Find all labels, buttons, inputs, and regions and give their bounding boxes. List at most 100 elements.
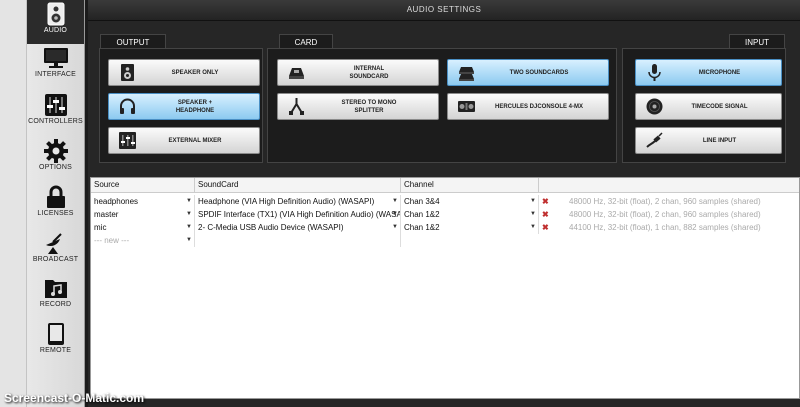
music-folder-icon — [44, 280, 67, 298]
output-panel: SPEAKER ONLY SPEAKER + HEADPHONE EXTERNA… — [99, 48, 263, 163]
new-soundcard-cell — [195, 234, 401, 247]
dropdown-arrow-icon: ▼ — [530, 198, 536, 204]
sidebar-item-label: AUDIO — [43, 27, 68, 34]
dropdown-arrow-icon: ▼ — [186, 224, 192, 230]
channel-select[interactable]: Chan 1&2 ▼ — [401, 208, 539, 221]
source-select[interactable]: mic ▼ — [91, 221, 195, 234]
two-soundcards-button[interactable]: TWO SOUNDCARDS — [447, 59, 609, 86]
sidebar-item-audio[interactable]: AUDIO — [27, 0, 84, 44]
vinyl-record-icon — [646, 98, 663, 115]
satellite-dish-icon — [45, 233, 62, 254]
sidebar-item-controllers[interactable]: CONTROLLERS — [27, 91, 84, 135]
speaker-icon — [47, 2, 64, 26]
button-label: SPEAKER + HEADPHONE — [175, 99, 215, 114]
dropdown-arrow-icon: ▼ — [530, 224, 536, 230]
button-label: HERCULES DJCONSOLE 4-MX — [494, 103, 583, 110]
dropdown-arrow-icon: ▼ — [186, 211, 192, 217]
stereo-to-mono-splitter-button[interactable]: STEREO TO MONO SPLITTER — [277, 93, 439, 120]
audio-routing-table: Source SoundCard Channel headphones ▼ Hea… — [90, 177, 800, 399]
channel-select[interactable]: Chan 3&4 ▼ — [401, 195, 539, 208]
source-value: master — [94, 210, 119, 219]
button-label: STEREO TO MONO SPLITTER — [341, 99, 397, 114]
soundcard-icon — [289, 68, 304, 79]
two-soundcards-icon — [459, 67, 474, 81]
dropdown-arrow-icon: ▼ — [530, 211, 536, 217]
format-info: 44100 Hz, 32-bit (float), 1 chan, 882 sa… — [569, 223, 761, 232]
speaker-only-button[interactable]: SPEAKER ONLY — [108, 59, 260, 86]
format-info: 48000 Hz, 32-bit (float), 2 chan, 960 sa… — [569, 210, 761, 219]
button-label: MICROPHONE — [698, 69, 741, 76]
sidebar-item-label: INTERFACE — [34, 71, 77, 78]
button-label: LINE INPUT — [702, 137, 737, 144]
remove-row-icon[interactable]: ✖ — [542, 195, 549, 208]
speaker-headphone-button[interactable]: SPEAKER + HEADPHONE — [108, 93, 260, 120]
table-header: Source SoundCard Channel — [91, 178, 799, 193]
audio-jack-icon — [646, 132, 663, 148]
column-header-channel: Channel — [401, 178, 539, 192]
line-input-button[interactable]: LINE INPUT — [635, 127, 782, 154]
sidebar-item-licenses[interactable]: LICENSES — [27, 183, 84, 227]
channel-value: Chan 1&2 — [404, 210, 440, 219]
channel-value: Chan 1&2 — [404, 223, 440, 232]
source-select[interactable]: headphones ▼ — [91, 195, 195, 208]
source-select[interactable]: master ▼ — [91, 208, 195, 221]
card-panel: INTERNAL SOUNDCARD TWO SOUNDCARDS STEREO… — [267, 48, 617, 163]
column-header-soundcard: SoundCard — [195, 178, 401, 192]
sidebar-strip — [0, 0, 27, 407]
new-row-label: --- new --- — [94, 236, 130, 245]
channel-value: Chan 3&4 — [404, 197, 440, 206]
sidebar-item-record[interactable]: RECORD — [27, 274, 84, 318]
headphones-icon — [120, 98, 135, 114]
soundcard-select[interactable]: SPDIF Interface (TX1) (VIA High Definiti… — [195, 208, 401, 221]
source-value: mic — [94, 223, 107, 232]
splitter-cable-icon — [289, 98, 304, 115]
sidebar-item-label: OPTIONS — [39, 164, 72, 171]
column-header-source: Source — [91, 178, 195, 192]
mixer-icon — [119, 132, 136, 149]
table-row: mic ▼ 2- C-Media USB Audio Device (WASAPI… — [91, 221, 799, 234]
dropdown-arrow-icon: ▼ — [392, 198, 398, 204]
sidebar: AUDIO INTERFACE CONTROLLERS OPTIONS LICE… — [0, 0, 85, 407]
soundcard-select[interactable]: Headphone (VIA High Definition Audio) (W… — [195, 195, 401, 208]
gear-icon — [43, 139, 68, 163]
sidebar-item-remote[interactable]: REMOTE — [27, 320, 84, 364]
dropdown-arrow-icon: ▼ — [392, 224, 398, 230]
remove-row-icon[interactable]: ✖ — [542, 221, 549, 234]
hercules-djconsole-button[interactable]: HERCULES DJCONSOLE 4-MX — [447, 93, 609, 120]
microphone-button[interactable]: MICROPHONE — [635, 59, 782, 86]
internal-soundcard-button[interactable]: INTERNAL SOUNDCARD — [277, 59, 439, 86]
audio-settings-main: AUDIO SETTINGS OUTPUT SPEAKER ONLY SPEAK… — [88, 0, 800, 407]
button-label: TIMECODE SIGNAL — [691, 103, 748, 110]
new-source-select[interactable]: --- new --- ▼ — [91, 234, 195, 247]
button-label: SPEAKER ONLY — [171, 69, 219, 76]
speaker-icon — [121, 64, 134, 81]
sidebar-item-label: RECORD — [39, 301, 72, 308]
input-panel: MICROPHONE TIMECODE SIGNAL LINE INPUT — [622, 48, 786, 163]
channel-select[interactable]: Chan 1&2 ▼ — [401, 221, 539, 234]
tablet-icon — [47, 323, 64, 345]
soundcard-select[interactable]: 2- C-Media USB Audio Device (WASAPI) ▼ — [195, 221, 401, 234]
remove-row-icon[interactable]: ✖ — [542, 208, 549, 221]
window-title: AUDIO SETTINGS — [88, 0, 800, 21]
sidebar-item-options[interactable]: OPTIONS — [27, 137, 84, 181]
timecode-signal-button[interactable]: TIMECODE SIGNAL — [635, 93, 782, 120]
dj-controller-icon — [458, 101, 475, 112]
sidebar-item-label: REMOTE — [39, 347, 72, 354]
source-value: headphones — [94, 197, 139, 206]
sliders-icon — [44, 94, 67, 116]
table-row: master ▼ SPDIF Interface (TX1) (VIA High … — [91, 208, 799, 221]
button-label: EXTERNAL MIXER — [168, 137, 222, 144]
watermark: Screencast-O-Matic.com — [4, 391, 145, 405]
table-row-new: --- new --- ▼ — [91, 234, 799, 247]
sidebar-item-label: BROADCAST — [32, 256, 79, 263]
microphone-icon — [648, 64, 661, 81]
soundcard-value: 2- C-Media USB Audio Device (WASAPI) — [198, 223, 344, 232]
dropdown-arrow-icon: ▼ — [186, 237, 192, 243]
sidebar-item-broadcast[interactable]: BROADCAST — [27, 229, 84, 273]
external-mixer-button[interactable]: EXTERNAL MIXER — [108, 127, 260, 154]
sidebar-item-label: LICENSES — [37, 210, 74, 217]
soundcard-value: Headphone (VIA High Definition Audio) (W… — [198, 197, 375, 206]
monitor-icon — [43, 48, 68, 68]
format-info: 48000 Hz, 32-bit (float), 2 chan, 960 sa… — [569, 197, 761, 206]
sidebar-item-interface[interactable]: INTERFACE — [27, 44, 84, 88]
